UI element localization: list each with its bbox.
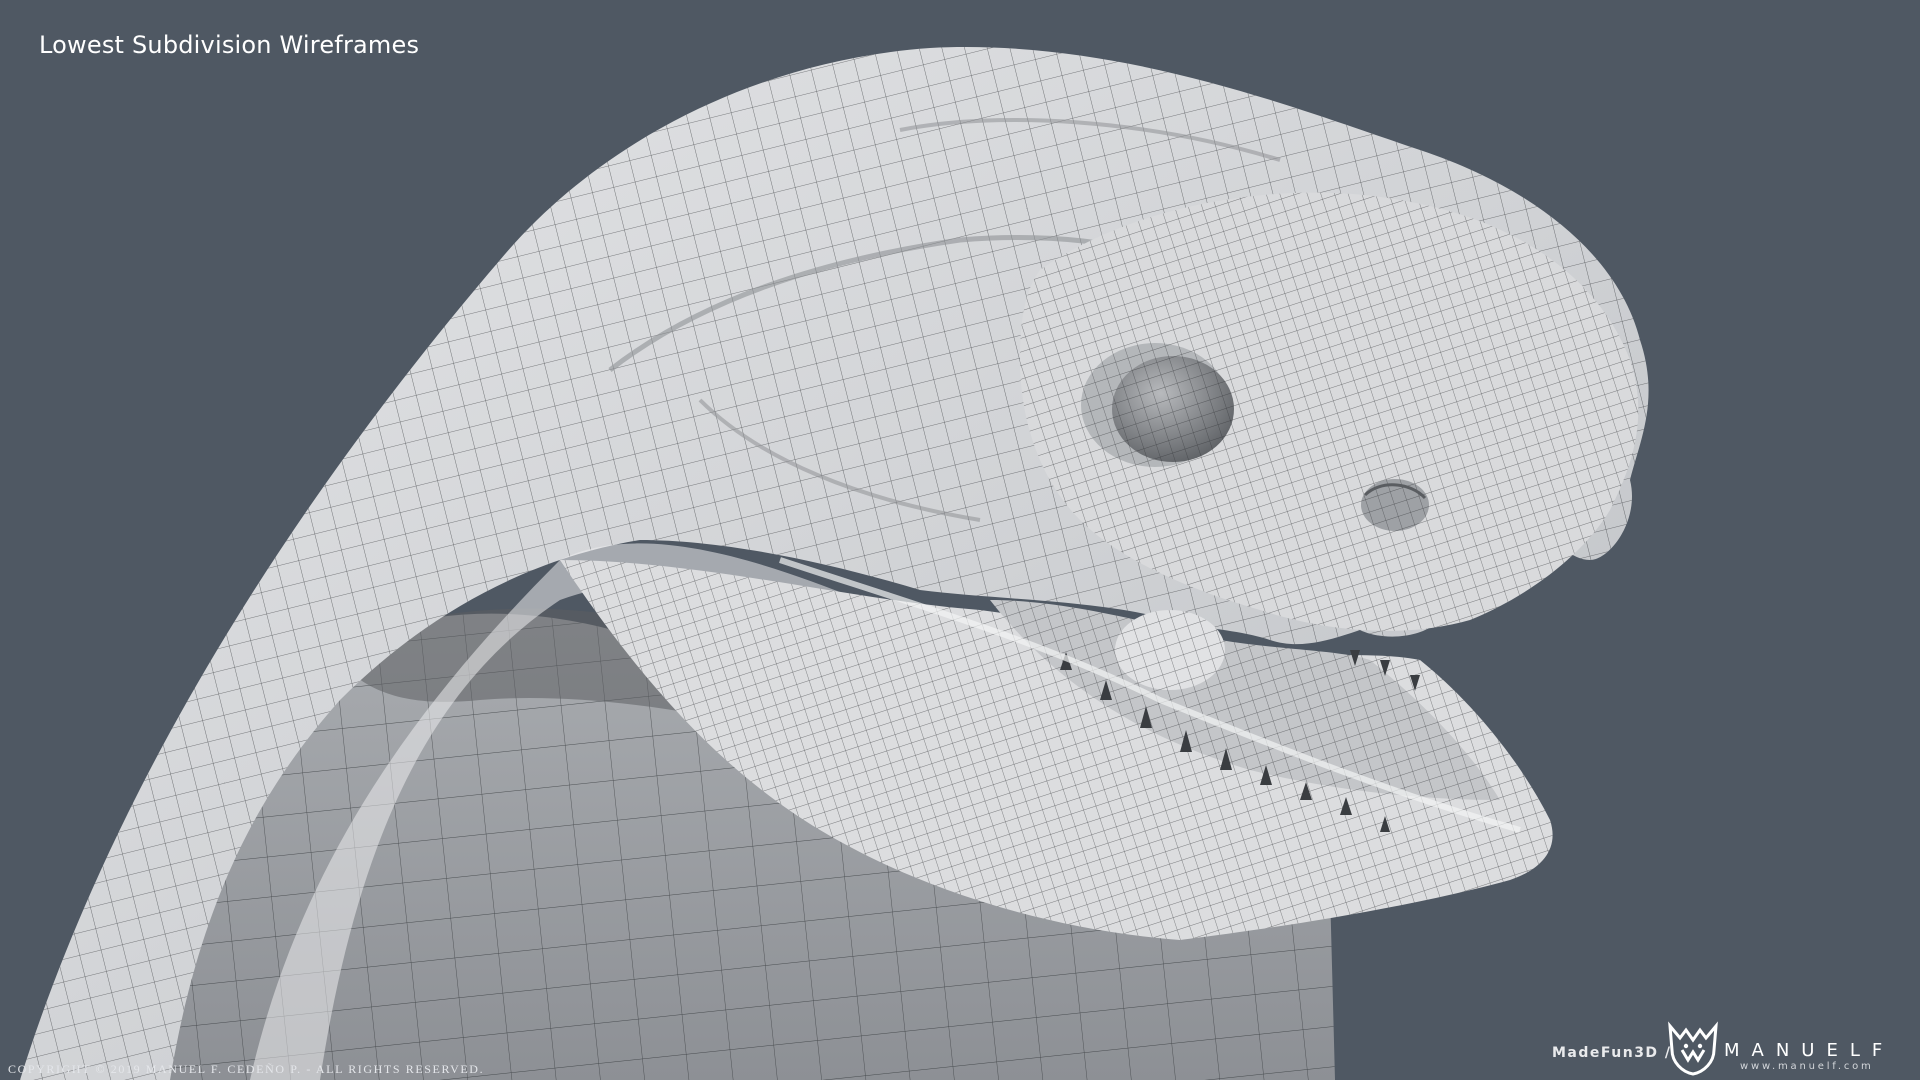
brand-name: MANUELF <box>1724 1040 1895 1061</box>
brand-url: www.manuelf.com <box>1740 1061 1874 1072</box>
wireframe-render <box>20 47 1649 1080</box>
manuelf-mask-logo-icon <box>1668 1021 1718 1076</box>
studio-label: MadeFun3D / <box>1552 1045 1672 1061</box>
page-title: Lowest Subdivision Wireframes <box>39 31 420 59</box>
copyright-notice: COPYRIGHT © 2019 MANUEL F. CEDEÑO P. - A… <box>8 1062 485 1076</box>
